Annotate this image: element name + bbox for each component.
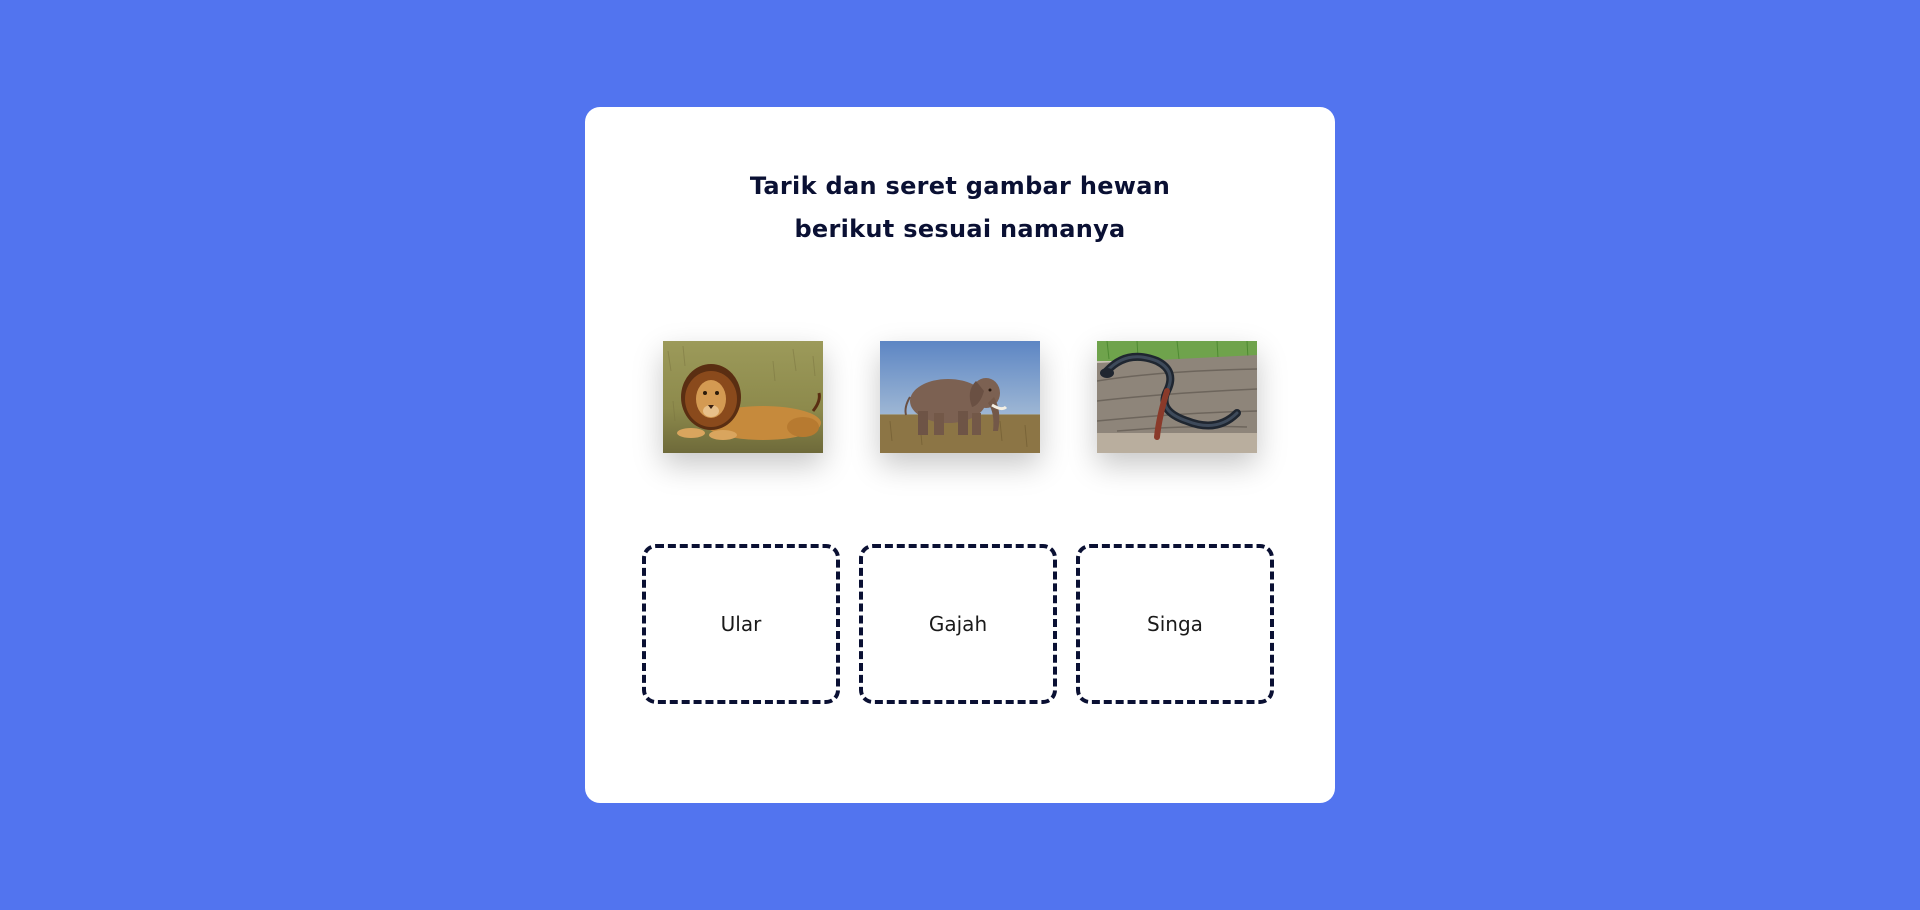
lion-picture	[663, 341, 823, 453]
lion-image[interactable]	[663, 341, 823, 453]
snake-image[interactable]	[1097, 341, 1257, 453]
instruction-title: Tarik dan seret gambar hewan berikut ses…	[585, 165, 1335, 251]
quiz-card: Tarik dan seret gambar hewan berikut ses…	[585, 107, 1335, 803]
drop-zone-label: Gajah	[928, 612, 988, 636]
instruction-line-1: Tarik dan seret gambar hewan	[749, 172, 1171, 200]
drop-zone-label: Ular	[720, 612, 762, 636]
drop-zone-gajah[interactable]: Gajah	[859, 544, 1057, 704]
drop-zone-ular[interactable]: Ular	[642, 544, 840, 704]
drop-zone-label: Singa	[1147, 612, 1203, 636]
snake-picture	[1097, 341, 1257, 453]
instruction-line-2: berikut sesuai namanya	[794, 215, 1126, 243]
drop-zone-singa[interactable]: Singa	[1076, 544, 1274, 704]
elephant-picture	[880, 341, 1040, 453]
elephant-image[interactable]	[880, 341, 1040, 453]
